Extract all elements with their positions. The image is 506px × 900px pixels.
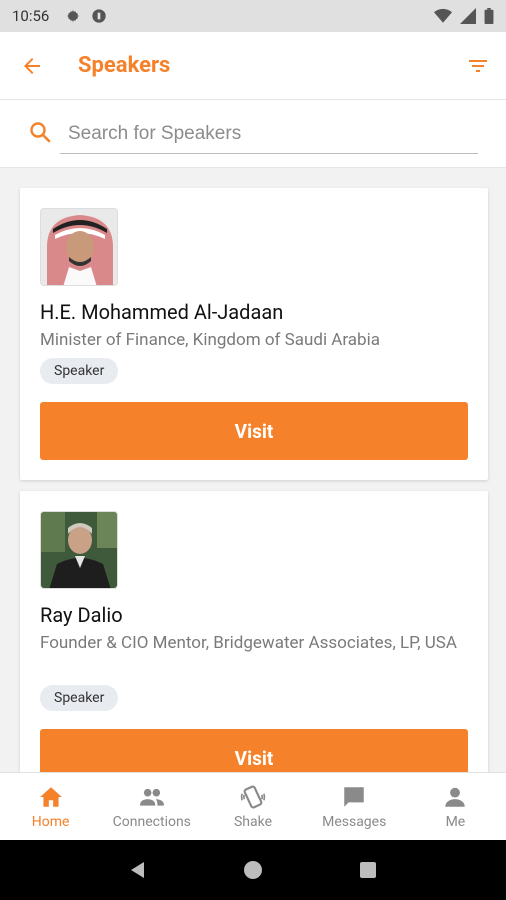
chat-icon [344,786,364,807]
nav-me[interactable]: Me [405,773,506,840]
settings-icon [67,10,80,22]
nav-label: Home [31,813,70,830]
filter-icon [469,59,487,72]
signal-icon [460,8,476,24]
visit-button[interactable]: Visit [40,402,468,460]
nav-shake[interactable]: Shake [202,773,303,840]
battery-icon [484,8,494,24]
wifi-icon [434,8,452,23]
search-icon [30,122,51,143]
speaker-tag: Speaker [40,358,119,384]
speaker-list[interactable]: H.E. Mohammed Al-Jadaan Minister of Fina… [0,168,506,772]
back-button[interactable] [0,32,64,100]
speaker-name: Ray Dalio [40,603,123,627]
shake-icon [240,785,266,808]
people-icon [139,788,164,806]
speaker-role: Minister of Finance, Kingdom of Saudi Ar… [40,330,380,350]
visit-button[interactable]: Visit [40,729,468,772]
nav-label: Messages [322,813,387,830]
filter-button[interactable] [450,32,506,100]
page-title: Speakers [78,53,171,78]
nav-connections[interactable]: Connections [101,773,202,840]
nav-label: Shake [233,813,273,830]
arrow-left-icon [24,57,40,74]
speaker-role: Founder & CIO Mentor, Bridgewater Associ… [40,633,457,653]
bottom-nav: Home Connections Shake Messages Me [0,772,506,840]
recents-square-icon[interactable] [358,860,378,880]
speaker-name: H.E. Mohammed Al-Jadaan [40,300,284,324]
speaker-card: Ray Dalio Founder & CIO Mentor, Bridgewa… [20,491,488,772]
app-bar: Speakers [0,32,506,100]
speaker-avatar [40,511,118,589]
search-bar [0,100,506,168]
nav-messages[interactable]: Messages [304,773,405,840]
person-icon [445,787,466,807]
nav-label: Connections [112,813,191,830]
status-time: 10:56 [12,7,50,25]
back-triangle-icon[interactable] [128,860,148,880]
system-nav-bar [0,840,506,900]
nav-home[interactable]: Home [0,773,101,840]
shield-status-icon [92,9,107,23]
search-input[interactable] [60,114,478,154]
home-icon [39,786,62,807]
nav-label: Me [445,813,466,830]
speaker-card: H.E. Mohammed Al-Jadaan Minister of Fina… [20,188,488,480]
speaker-avatar [40,208,118,286]
home-circle-icon[interactable] [243,860,263,880]
speaker-tag: Speaker [40,685,119,711]
status-bar: 10:56 [0,0,506,32]
